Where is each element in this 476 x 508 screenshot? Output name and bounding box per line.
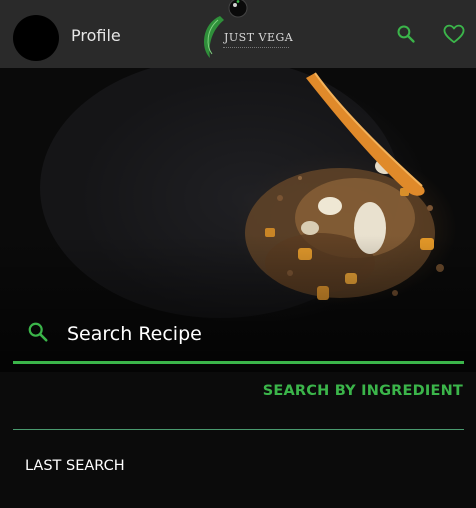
profile-label[interactable]: Profile [71, 26, 121, 45]
search-icon [28, 322, 48, 342]
search-by-ingredient-button[interactable]: SEARCH BY INGREDIENT [263, 383, 463, 399]
app-bar: Profile JUST VEGA [0, 0, 476, 69]
search-underline [13, 361, 464, 364]
section-divider [13, 429, 464, 430]
search-field[interactable] [13, 312, 464, 362]
search-icon [397, 25, 415, 43]
header-favorites-button[interactable] [442, 22, 466, 46]
logo-text: JUST VEGA [224, 31, 294, 44]
logo-tagline-decoration [223, 47, 289, 50]
header-search-button[interactable] [394, 22, 418, 46]
app-screen: Profile JUST VEGA Search Recipe SEARCH B… [0, 0, 476, 508]
search-field-icon-wrap [27, 321, 51, 345]
heart-icon [443, 24, 465, 44]
search-input[interactable] [65, 318, 449, 350]
avatar[interactable] [13, 15, 59, 61]
last-search-heading: LAST SEARCH [25, 458, 125, 474]
